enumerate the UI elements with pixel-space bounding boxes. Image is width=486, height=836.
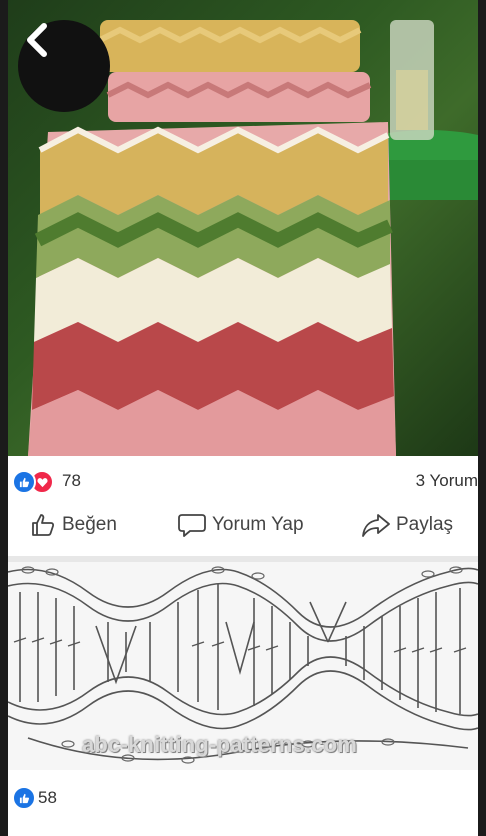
thumbs-up-icon[interactable] [12,786,36,810]
crochet-pattern-chart-image[interactable]: abc-knitting-patterns.com [8,562,478,770]
like-label: Beğen [62,514,117,535]
speech-bubble-icon [178,514,206,537]
screenshot-frame: 78 3 Yorum Beğen Yorum Yap Paylaş abc-kn… [8,0,478,836]
chevron-left-icon [27,23,47,57]
thumbs-up-icon [12,470,36,494]
post-actions: Beğen Yorum Yap Paylaş [8,504,478,556]
watermark-text: abc-knitting-patterns.com [82,732,358,757]
image-reaction-summary: 58 [8,770,478,836]
comment-label: Yorum Yap [212,514,304,535]
reaction-count[interactable]: 58 [38,788,57,808]
back-button[interactable] [18,20,110,112]
comment-button[interactable]: Yorum Yap [178,512,304,538]
reaction-summary: 78 3 Yorum [8,456,478,504]
thumbs-up-icon [32,514,55,536]
reaction-count[interactable]: 78 [62,471,81,491]
like-button[interactable]: Beğen [30,512,117,538]
share-arrow-icon [362,514,390,537]
share-label: Paylaş [396,514,454,535]
reaction-icons[interactable] [12,470,54,494]
comments-count[interactable]: 3 Yorum [416,471,478,491]
blanket-photo[interactable] [8,0,478,456]
share-button[interactable]: Paylaş [362,512,453,538]
